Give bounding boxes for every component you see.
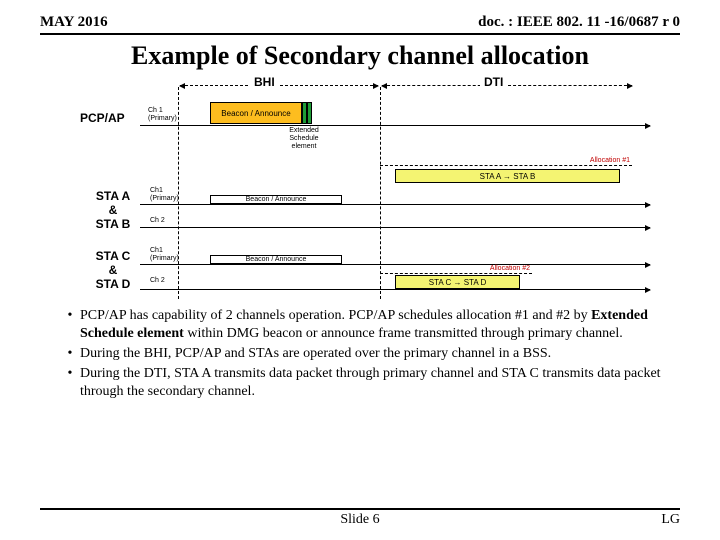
row-label-stab: STA B	[88, 217, 138, 231]
alloc1-span-dash	[380, 165, 632, 166]
alloc1-label: Allocation #1	[380, 157, 630, 164]
alloc2-span-dash	[380, 273, 532, 274]
bar-pcpap-2	[307, 102, 312, 124]
slide-footer: Slide 6 LG	[40, 508, 680, 530]
axis-staab-ch2	[140, 227, 650, 228]
row-label-amp1: &	[88, 203, 138, 217]
bhi-span	[180, 85, 378, 86]
ch-label-staab-ch2: Ch 2	[150, 217, 165, 225]
header-rule	[40, 33, 680, 35]
bullet-item: •During the DTI, STA A transmits data pa…	[60, 365, 670, 401]
header-date: MAY 2016	[40, 14, 108, 31]
allocation-diagram: BHI DTI PCP/AP Ch 1 (Primary) Beacon / A…	[50, 77, 670, 299]
slide-title: Example of Secondary channel allocation	[40, 41, 680, 71]
label-dti: DTI	[480, 75, 507, 89]
bullet-marker: •	[60, 345, 80, 363]
header-docid: doc. : IEEE 802. 11 -16/0687 r 0	[478, 14, 680, 31]
bullet-item: •During the BHI, PCP/AP and STAs are ope…	[60, 345, 670, 363]
bullet-text: During the DTI, STA A transmits data pac…	[80, 365, 670, 401]
slide-number: Slide 6	[40, 512, 680, 528]
axis-staab-ch1	[140, 204, 650, 205]
row-label-amp2: &	[88, 263, 138, 277]
slide-header: MAY 2016 doc. : IEEE 802. 11 -16/0687 r …	[0, 0, 720, 33]
ch-label-staab-ch1: Ch1 (Primary)	[150, 187, 179, 203]
bullet-text: During the BHI, PCP/AP and STAs are oper…	[80, 345, 670, 363]
row-label-stac: STA C	[88, 249, 138, 263]
bullet-item: •PCP/AP has capability of 2 channels ope…	[60, 307, 670, 343]
alloc1-box: STA A → STA B	[395, 169, 620, 183]
label-bhi: BHI	[250, 75, 279, 89]
ch-label-stacd-ch2: Ch 2	[150, 277, 165, 285]
bullet-text: PCP/AP has capability of 2 channels oper…	[80, 307, 670, 343]
bullet-marker: •	[60, 307, 80, 343]
ch-label-pcpap-ch1: Ch 1 (Primary)	[148, 107, 178, 123]
beacon-staab: Beacon / Announce	[210, 195, 342, 204]
bullet-list: •PCP/AP has capability of 2 channels ope…	[0, 305, 720, 407]
beacon-pcpap: Beacon / Announce	[210, 102, 302, 124]
axis-pcpap	[140, 125, 650, 126]
ch-label-stacd-ch1: Ch1 (Primary)	[150, 247, 179, 263]
axis-stacd-ch2	[140, 289, 650, 290]
bullet-marker: •	[60, 365, 80, 401]
row-label-stad: STA D	[88, 277, 138, 291]
alloc2-box: STA C → STA D	[395, 275, 520, 289]
alloc2-label: Allocation #2	[380, 265, 530, 272]
ext-schedule-label: Extended Schedule element	[282, 127, 326, 151]
row-label-staa: STA A	[88, 189, 138, 203]
footer-author: LG	[661, 512, 680, 528]
row-label-pcpap: PCP/AP	[80, 111, 125, 125]
beacon-stacd: Beacon / Announce	[210, 255, 342, 264]
